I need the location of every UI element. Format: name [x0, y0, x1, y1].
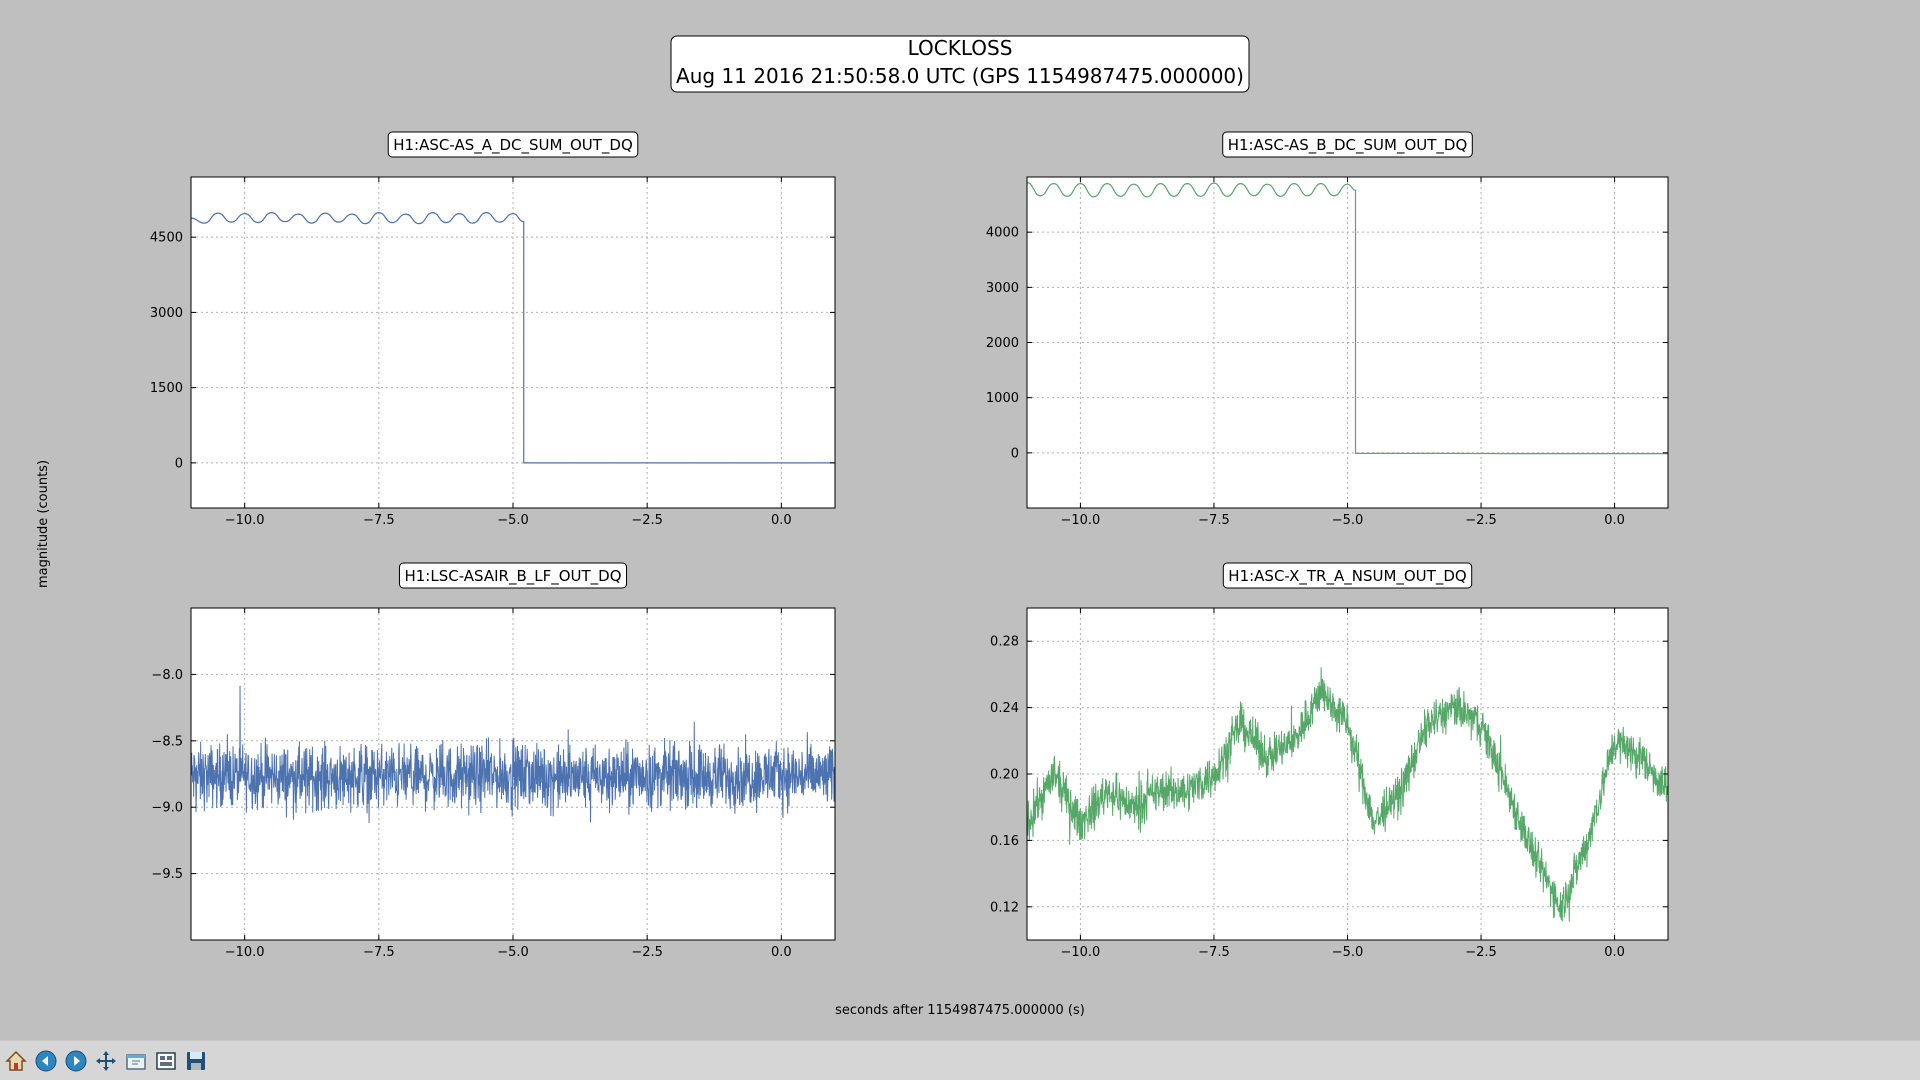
- x-tick-label: −5.0: [1332, 945, 1364, 960]
- figure-canvas: LOCKLOSS Aug 11 2016 21:50:58.0 UTC (GPS…: [0, 0, 1920, 1040]
- save-icon: [187, 1051, 205, 1070]
- y-tick-label: 0: [175, 456, 183, 471]
- y-tick-label: 3000: [150, 306, 183, 321]
- subplot-2: −10.0 −7.5 −5.0 −2.5 0.0 0 1000 2000 3000 4000 H1:…: [986, 131, 1669, 528]
- y-tick-label: 4000: [986, 226, 1019, 241]
- x-tick-label: −2.5: [1465, 513, 1497, 528]
- x-tick-label: 0.0: [1604, 513, 1625, 528]
- x-tick-label: 0.0: [771, 513, 792, 528]
- subplot-title: H1:LSC-ASAIR_B_LF_OUT_DQ: [404, 567, 621, 586]
- back-arrow-icon: [35, 1050, 57, 1071]
- forward-arrow-icon: [65, 1050, 87, 1071]
- x-tick-label: −2.5: [631, 513, 663, 528]
- y-tick-label: −8.0: [151, 668, 183, 683]
- save-button[interactable]: [182, 1047, 210, 1075]
- subplots-icon: [156, 1051, 176, 1070]
- x-tick-label: −10.0: [1060, 945, 1100, 960]
- figure-title-line1: LOCKLOSS: [908, 36, 1013, 60]
- x-tick-label: −7.5: [1198, 945, 1230, 960]
- x-tick-label: −2.5: [631, 945, 663, 960]
- forward-button[interactable]: [62, 1047, 90, 1075]
- navigation-toolbar: [0, 1040, 1920, 1080]
- y-tick-label: 0.20: [990, 768, 1019, 783]
- x-axis-label: seconds after 1154987475.000000 (s): [835, 1003, 1085, 1018]
- subplot-title: H1:ASC-AS_A_DC_SUM_OUT_DQ: [393, 136, 633, 155]
- y-tick-label: 0.12: [990, 900, 1019, 915]
- y-tick-label: −9.5: [151, 867, 183, 882]
- x-tick-label: −7.5: [363, 945, 395, 960]
- y-tick-label: 2000: [986, 336, 1019, 351]
- pan-icon: [96, 1050, 116, 1071]
- x-tick-label: −5.0: [497, 945, 529, 960]
- subplots-button[interactable]: [152, 1047, 180, 1075]
- y-tick-label: 0: [1011, 446, 1019, 461]
- x-tick-label: −2.5: [1465, 945, 1497, 960]
- y-tick-label: 0.24: [990, 701, 1019, 716]
- y-tick-label: 4500: [150, 231, 183, 246]
- subplot-1: −10.0 −7.5 −5.0 −2.5 0.0 0 1500 3000 4500 H1:ASC-…: [150, 131, 836, 528]
- x-tick-label: −5.0: [497, 513, 529, 528]
- y-tick-label: 3000: [986, 281, 1019, 296]
- x-tick-label: −7.5: [363, 513, 395, 528]
- y-tick-label: 1500: [150, 381, 183, 396]
- y-tick-label: 1000: [986, 391, 1019, 406]
- zoom-button[interactable]: [122, 1047, 150, 1075]
- figure-title: LOCKLOSS Aug 11 2016 21:50:58.0 UTC (GPS…: [670, 35, 1250, 93]
- y-tick-label: 0.16: [990, 834, 1019, 849]
- home-button[interactable]: [2, 1047, 30, 1075]
- figure-svg: LOCKLOSS Aug 11 2016 21:50:58.0 UTC (GPS…: [36, 35, 1669, 1018]
- x-tick-label: −7.5: [1198, 513, 1230, 528]
- x-tick-label: 0.0: [771, 945, 792, 960]
- back-button[interactable]: [32, 1047, 60, 1075]
- x-tick-label: −10.0: [225, 513, 265, 528]
- x-tick-label: −10.0: [225, 945, 265, 960]
- y-tick-label: 0.28: [990, 635, 1019, 650]
- subplot-title: H1:ASC-AS_B_DC_SUM_OUT_DQ: [1228, 136, 1468, 155]
- x-tick-label: 0.0: [1604, 945, 1625, 960]
- x-tick-label: −5.0: [1332, 513, 1364, 528]
- zoom-rect-icon: [126, 1053, 146, 1070]
- figure-title-line2: Aug 11 2016 21:50:58.0 UTC (GPS 11549874…: [676, 64, 1244, 88]
- x-tick-label: −10.0: [1060, 513, 1100, 528]
- y-tick-label: −9.0: [151, 801, 183, 816]
- home-icon: [5, 1050, 27, 1071]
- subplot-title: H1:ASC-X_TR_A_NSUM_OUT_DQ: [1228, 567, 1466, 586]
- y-axis-label: magnitude (counts): [36, 460, 51, 588]
- y-tick-label: −8.5: [151, 734, 183, 749]
- pan-button[interactable]: [92, 1047, 120, 1075]
- subplot-3: −10.0 −7.5 −5.0 −2.5 0.0 −9.5 −9.0 −8.5 −8.0 H1:L…: [151, 562, 836, 960]
- subplot-4: −10.0 −7.5 −5.0 −2.5 0.0 0.12 0.16 0.20 0.24 0.28…: [990, 562, 1669, 960]
